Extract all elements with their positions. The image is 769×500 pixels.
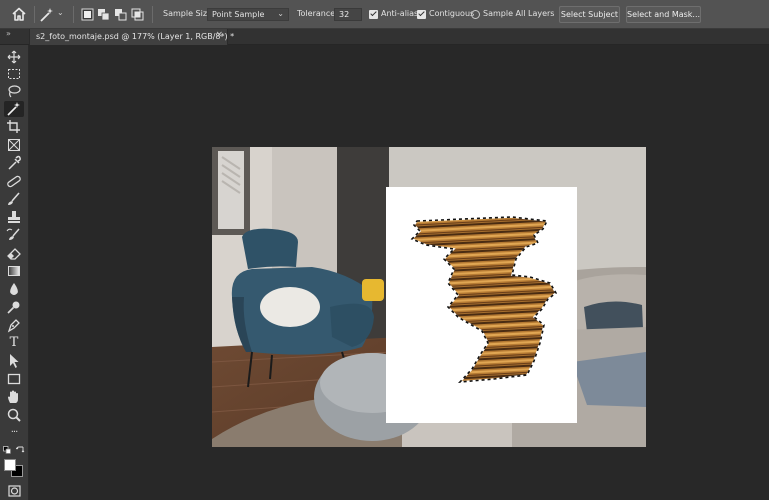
- tolerance-input[interactable]: 32: [334, 8, 362, 21]
- eyedropper-tool[interactable]: [4, 155, 24, 171]
- document-tab[interactable]: s2_foto_montaje.psd @ 177% (Layer 1, RGB…: [29, 29, 234, 45]
- new-selection-icon[interactable]: [81, 8, 94, 21]
- lasso-tool[interactable]: [4, 83, 24, 99]
- separator: [152, 6, 153, 23]
- history-brush-tool[interactable]: [4, 227, 24, 243]
- chevron-down-icon: ⌄: [277, 9, 284, 18]
- magic-wand-icon: [4, 101, 24, 117]
- magic-wand-icon: [38, 6, 56, 27]
- collapse-panel-icon[interactable]: »: [6, 29, 11, 38]
- magic-wand-tool[interactable]: [4, 101, 24, 117]
- separator: [34, 6, 35, 23]
- lasso-icon: [4, 83, 24, 99]
- sample-size-dropdown[interactable]: Point Sample ⌄: [207, 8, 289, 21]
- color-swatches: [3, 457, 25, 478]
- frame-icon: [4, 137, 24, 153]
- quick-mask-mode[interactable]: [4, 483, 24, 499]
- rectangle-tool[interactable]: [4, 371, 24, 387]
- more-tools[interactable]: ···: [4, 425, 24, 441]
- crop-tool[interactable]: [4, 119, 24, 135]
- tools-panel: T ···: [0, 45, 29, 500]
- close-icon[interactable]: ×: [215, 30, 223, 40]
- subtract-selection-icon[interactable]: [114, 8, 127, 21]
- brush-tool[interactable]: [4, 191, 24, 207]
- pen-icon: [4, 317, 24, 333]
- arrow-pointer-icon: [4, 353, 24, 369]
- home-icon[interactable]: [10, 5, 28, 23]
- blur-tool[interactable]: [4, 281, 24, 297]
- path-selection-tool[interactable]: [4, 353, 24, 369]
- anti-alias-checkbox[interactable]: [369, 10, 378, 19]
- bandage-icon: [4, 173, 24, 189]
- zoom-tool[interactable]: [4, 407, 24, 423]
- crop-icon: [4, 119, 24, 135]
- hand-tool[interactable]: [4, 389, 24, 405]
- tolerance-label: Tolerance:: [297, 9, 338, 18]
- clone-stamp-tool[interactable]: [4, 209, 24, 225]
- canvas-area[interactable]: [29, 45, 769, 500]
- separator: [73, 6, 74, 23]
- marquee-tool[interactable]: [4, 66, 24, 82]
- contiguous-label: Contiguous: [429, 9, 475, 18]
- tool-preset-picker[interactable]: ⌄: [38, 6, 66, 24]
- more-dots-icon: ···: [10, 427, 19, 438]
- rectangular-marquee-icon: [4, 66, 24, 82]
- document-tab-title: s2_foto_montaje.psd @ 177% (Layer 1, RGB…: [36, 32, 235, 41]
- anti-alias-label: Anti-alias: [381, 9, 419, 18]
- healing-brush-tool[interactable]: [4, 173, 24, 189]
- pen-tool[interactable]: [4, 317, 24, 333]
- hand-icon: [4, 389, 24, 405]
- contiguous-checkbox[interactable]: [417, 10, 426, 19]
- history-brush-icon: [4, 227, 24, 243]
- add-selection-icon[interactable]: [97, 8, 110, 21]
- type-icon: T: [9, 335, 19, 350]
- foreground-color-swatch[interactable]: [4, 459, 16, 471]
- type-tool[interactable]: T: [4, 335, 24, 351]
- eraser-icon: [4, 245, 24, 261]
- select-and-mask-button[interactable]: Select and Mask...: [626, 6, 701, 23]
- sample-all-layers-label: Sample All Layers: [483, 9, 555, 18]
- document-canvas[interactable]: [212, 147, 646, 447]
- options-bar: ⌄ Sample Size: Point Sample ⌄ Tolerance:…: [0, 0, 769, 29]
- gradient-tool[interactable]: [4, 263, 24, 279]
- blur-drop-icon: [4, 281, 24, 297]
- photo-montage-image: [212, 147, 646, 447]
- intersect-selection-icon[interactable]: [131, 8, 144, 21]
- document-tab-bar: » s2_foto_montaje.psd @ 177% (Layer 1, R…: [0, 29, 769, 45]
- dodge-icon: [4, 299, 24, 315]
- gradient-icon: [4, 263, 24, 279]
- eyedropper-icon: [4, 155, 24, 171]
- quick-mask-icon: [4, 483, 24, 499]
- sample-size-value: Point Sample: [212, 10, 265, 19]
- eraser-tool[interactable]: [4, 245, 24, 261]
- swap-colors[interactable]: [3, 445, 25, 455]
- dodge-tool[interactable]: [4, 299, 24, 315]
- sample-all-layers-checkbox[interactable]: [471, 10, 480, 19]
- brush-icon: [4, 191, 24, 207]
- zoom-magnifier-icon: [4, 407, 24, 423]
- rectangle-icon: [4, 371, 24, 387]
- move-icon: [4, 49, 24, 65]
- chevron-down-icon: ⌄: [57, 8, 64, 17]
- frame-tool[interactable]: [4, 137, 24, 153]
- move-tool[interactable]: [4, 49, 24, 65]
- select-subject-button[interactable]: Select Subject: [559, 6, 620, 23]
- stamp-icon: [4, 209, 24, 225]
